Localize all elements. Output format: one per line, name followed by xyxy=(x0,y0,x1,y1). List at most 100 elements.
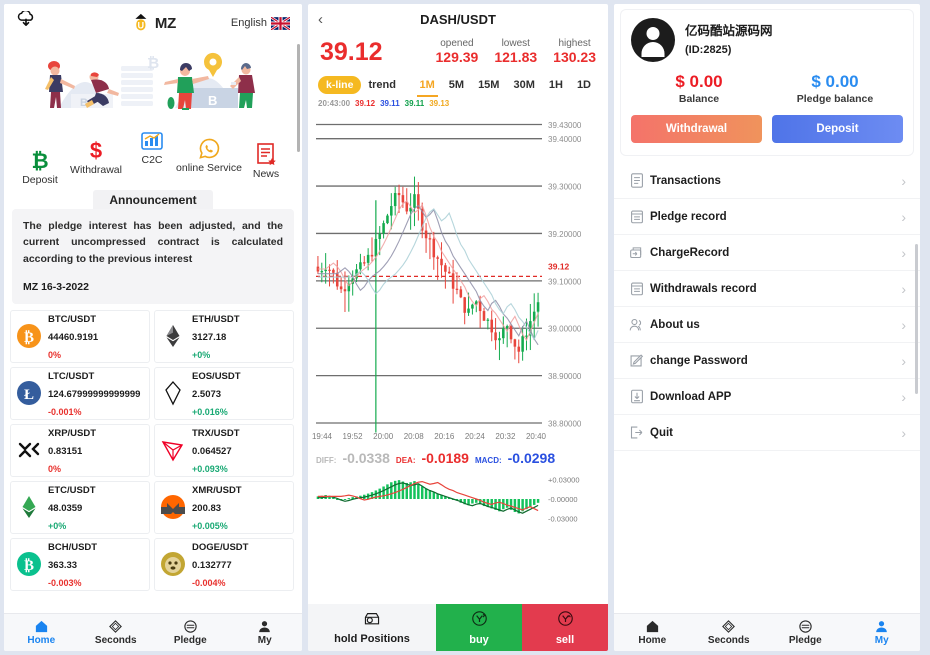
cloud-download-icon[interactable] xyxy=(16,9,36,36)
etc-icon xyxy=(16,494,42,520)
tab-label: Pledge xyxy=(173,635,207,646)
coin-price: 0.132777 xyxy=(192,560,232,572)
tab-kline[interactable]: k-line xyxy=(318,75,362,94)
list-item[interactable]: ₿ BCH/USDT 363.33 -0.003% xyxy=(10,537,150,591)
list-item[interactable]: Ł LTC/USDT 124.67999999999999 -0.001% xyxy=(10,366,150,420)
svg-text:20:40: 20:40 xyxy=(526,432,547,441)
tab-trend[interactable]: trend xyxy=(361,77,403,93)
menu-item-transactions[interactable]: Transactions › xyxy=(614,163,920,200)
quick-action-withdrawal[interactable]: $ Withdrawal xyxy=(68,136,124,176)
scrollbar[interactable] xyxy=(915,244,918,394)
account-tabbar: Home Seconds Pledge My xyxy=(614,613,920,651)
coin-change: -0.003% xyxy=(48,578,82,589)
tab-timeframe-5m[interactable]: 5M xyxy=(442,77,471,93)
list-item[interactable]: XMR/USDT 200.83 +0.005% xyxy=(154,480,294,534)
avatar[interactable] xyxy=(631,18,675,62)
menu-item-withdrawals-record[interactable]: Withdrawals record › xyxy=(614,271,920,308)
quick-action-online-service[interactable]: online Service xyxy=(176,134,242,174)
list-item[interactable]: DOGE/USDT 0.132777 -0.004% xyxy=(154,537,294,591)
svg-text:39.20000: 39.20000 xyxy=(548,229,582,238)
sidebar-item-pledge[interactable]: Pledge xyxy=(153,619,228,646)
tab-timeframe-15m[interactable]: 15M xyxy=(471,77,506,93)
hold-positions-button[interactable]: hold Positions xyxy=(308,604,436,651)
sidebar-item-seconds[interactable]: Seconds xyxy=(691,619,768,646)
charge-icon xyxy=(628,245,645,260)
menu-item-charge-record[interactable]: ChargeRecord › xyxy=(614,235,920,272)
withdrawal-button[interactable]: Withdrawal xyxy=(631,115,762,144)
ohlc-time: 20:43:00 xyxy=(318,98,351,108)
coin-pair: ETC/USDT xyxy=(48,485,96,497)
announcement-date: MZ 16-3-2022 xyxy=(23,280,89,293)
sidebar-item-my[interactable]: My xyxy=(844,619,921,646)
tab-timeframe-1h[interactable]: 1H xyxy=(542,77,570,93)
pledge-icon xyxy=(798,619,813,634)
coin-change: -0.001% xyxy=(48,407,82,418)
action-label: hold Positions xyxy=(334,633,410,645)
action-label: sell xyxy=(555,633,575,646)
tab-timeframe-1d[interactable]: 1D xyxy=(570,77,598,93)
list-item[interactable]: EOS/USDT 2.5073 +0.016% xyxy=(154,366,294,420)
tab-label: Pledge xyxy=(788,635,822,646)
stat-label: lowest xyxy=(501,38,530,49)
dollar-icon: $ xyxy=(86,136,106,162)
sidebar-item-my[interactable]: My xyxy=(228,619,303,646)
coin-change: +0.005% xyxy=(192,521,228,532)
svg-text:-0.03000: -0.03000 xyxy=(548,514,578,523)
home-tabbar: Home Seconds Pledge My xyxy=(4,613,302,651)
scrollbar[interactable] xyxy=(297,44,300,152)
whatsapp-icon xyxy=(198,134,221,160)
brand-name: MZ xyxy=(154,14,177,32)
menu-item-pledge-record[interactable]: Pledge record › xyxy=(614,199,920,236)
svg-text:+0.03000: +0.03000 xyxy=(548,475,580,484)
menu-item-about-us[interactable]: About us › xyxy=(614,307,920,344)
action-label: buy xyxy=(469,633,489,646)
buy-button[interactable]: buy xyxy=(436,604,522,651)
deposit-button[interactable]: Deposit xyxy=(772,115,903,144)
user-icon xyxy=(257,619,272,634)
btc-icon: ₿ xyxy=(16,323,42,349)
list-item[interactable]: ETH/USDT 3127.18 +0% xyxy=(154,309,294,363)
list-item[interactable]: ETC/USDT 48.0359 +0% xyxy=(10,480,150,534)
quick-action-news[interactable]: News xyxy=(238,140,294,180)
tab-timeframe-30m[interactable]: 30M xyxy=(506,77,541,93)
coin-pair: TRX/USDT xyxy=(192,428,240,440)
quick-action-c2c[interactable]: C2C xyxy=(124,126,180,166)
language-selector[interactable]: English xyxy=(231,15,291,31)
macd-chart[interactable]: +0.03000 -0.00000 -0.03000 xyxy=(312,466,608,558)
menu-item-change-password[interactable]: change Password › xyxy=(614,343,920,380)
coin-price: 44460.9191 xyxy=(48,332,99,344)
chevron-right-icon: › xyxy=(901,388,906,405)
menu-label: change Password xyxy=(650,354,748,367)
svg-text:20:08: 20:08 xyxy=(404,432,425,441)
menu-label: ChargeRecord xyxy=(650,246,730,259)
candlestick-chart[interactable]: 39.43000 39.40000 39.30000 39.20000 39.10000… xyxy=(312,109,608,449)
coin-price: 48.0359 xyxy=(48,503,83,515)
coin-change: +0.093% xyxy=(192,464,228,475)
list-item[interactable]: TRX/USDT 0.064527 +0.093% xyxy=(154,423,294,477)
account-card: 亿码酷站源码网 (ID:2825) $ 0.00 Balance $ 0.00 … xyxy=(621,10,913,156)
tab-timeframe-1m[interactable]: 1M xyxy=(413,77,442,97)
home-icon xyxy=(645,619,660,634)
menu-item-quit[interactable]: Quit › xyxy=(614,415,920,452)
people-icon xyxy=(628,317,645,332)
menu-item-download-app[interactable]: Download APP › xyxy=(614,379,920,416)
quick-action-deposit[interactable]: ₿ Deposit xyxy=(12,146,68,186)
balance-pledge: $ 0.00 Pledge balance xyxy=(767,72,903,105)
svg-text:B: B xyxy=(208,93,217,108)
account-identity: 亿码酷站源码网 (ID:2825) xyxy=(631,18,903,62)
trade-header: ‹ DASH/USDT xyxy=(308,4,608,34)
sidebar-item-home[interactable]: Home xyxy=(4,619,79,646)
list-item[interactable]: XRP/USDT 0.83151 0% xyxy=(10,423,150,477)
bch-icon: ₿ xyxy=(16,551,42,577)
coin-change: +0% xyxy=(48,521,67,532)
sell-icon xyxy=(557,610,574,632)
sidebar-item-seconds[interactable]: Seconds xyxy=(79,619,154,646)
svg-text:20:00: 20:00 xyxy=(373,432,394,441)
macd-macd-label: MACD: xyxy=(474,455,502,465)
sell-button[interactable]: sell xyxy=(522,604,608,651)
sidebar-item-pledge[interactable]: Pledge xyxy=(767,619,844,646)
list-item[interactable]: ₿ BTC/USDT 44460.9191 0% xyxy=(10,309,150,363)
coin-list: ₿ BTC/USDT 44460.9191 0% ETH/USDT 3127.1… xyxy=(4,304,302,591)
home-header: U MZ English xyxy=(4,4,302,42)
sidebar-item-home[interactable]: Home xyxy=(614,619,691,646)
